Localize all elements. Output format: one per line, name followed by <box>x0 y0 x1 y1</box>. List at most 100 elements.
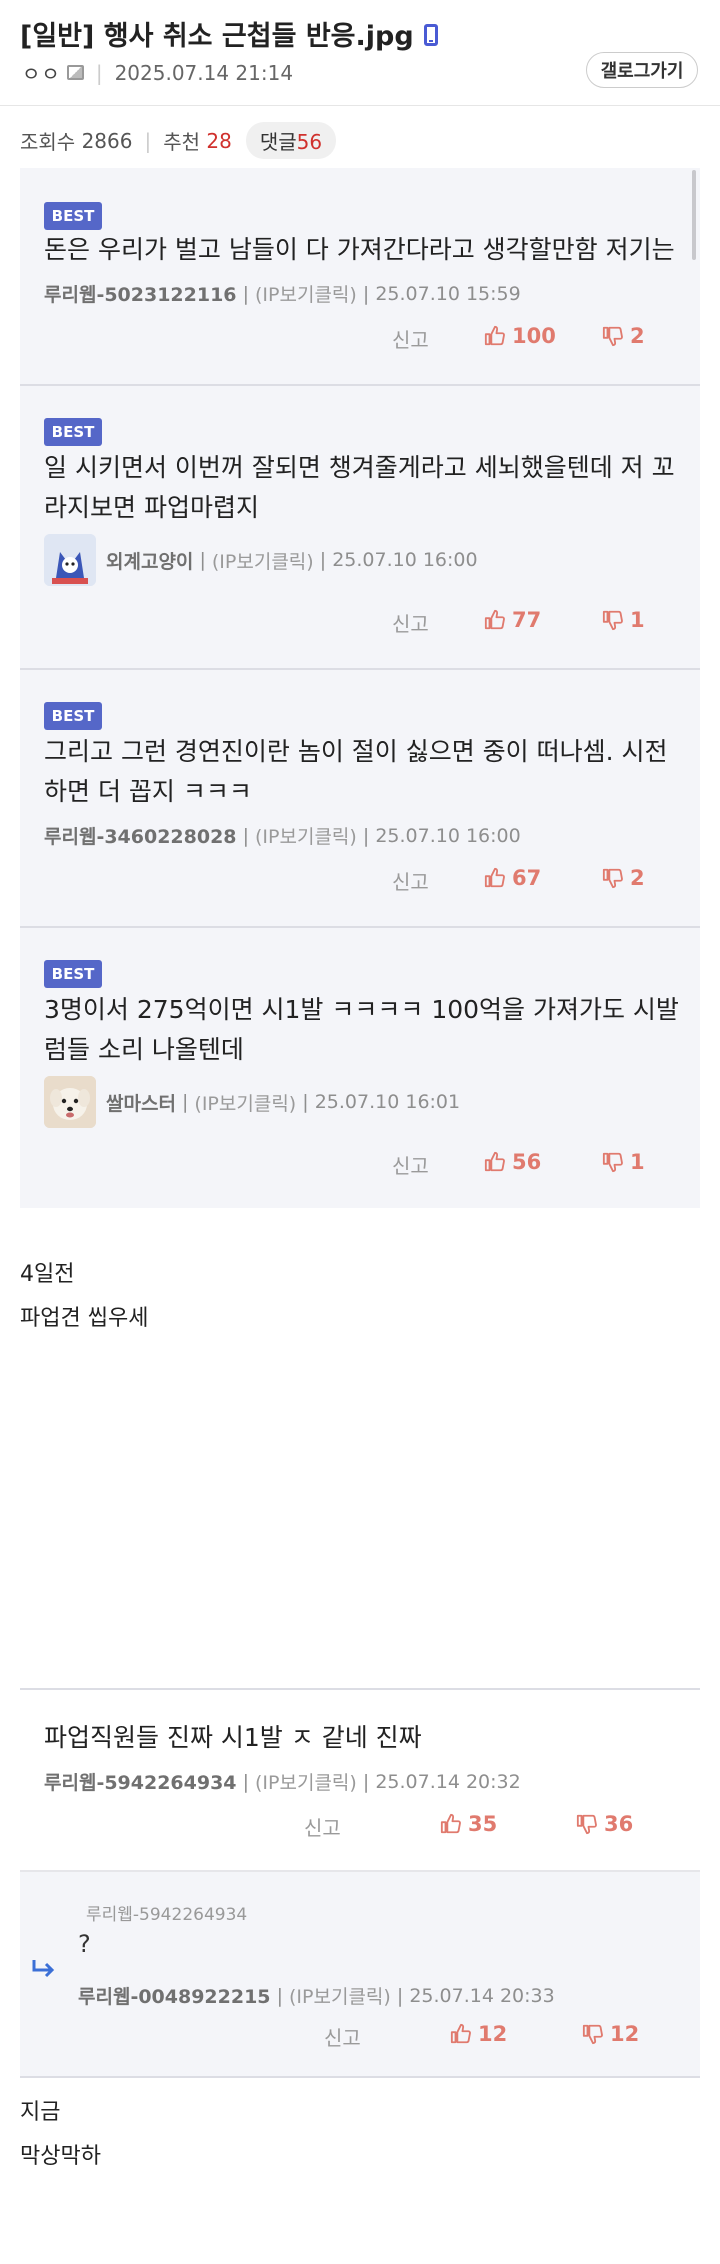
thumb-up-icon <box>484 609 506 631</box>
views-count: 2866 <box>81 128 133 153</box>
report-button[interactable]: 신고 <box>392 866 429 895</box>
like-button[interactable]: 12 <box>450 2022 507 2046</box>
ip-link[interactable]: (IP보기클릭) <box>255 280 357 307</box>
like-count: 77 <box>512 608 542 632</box>
recommend-label: 추천 <box>163 130 201 154</box>
like-button[interactable]: 77 <box>484 608 541 632</box>
dislike-button[interactable]: 2 <box>602 324 645 348</box>
best-comments: BEST 돈은 우리가 벌고 남들이 다 가져간다라고 생각할만함 저기는 루리… <box>20 168 700 1208</box>
comment-count-badge[interactable]: 댓글56 <box>245 122 337 159</box>
dislike-button[interactable]: 36 <box>576 1812 633 1836</box>
reply-to: 루리웹-5942264934 <box>86 1905 248 1925</box>
meta-separator: | <box>95 60 103 85</box>
like-button[interactable]: 67 <box>484 866 541 890</box>
report-button[interactable]: 신고 <box>304 1812 341 1841</box>
report-button[interactable]: 신고 <box>392 608 429 637</box>
comment-author[interactable]: 쌀마스터 <box>106 1089 176 1116</box>
ip-link[interactable]: (IP보기클릭) <box>212 547 314 574</box>
comment-author[interactable]: 외계고양이 <box>106 547 193 574</box>
like-count: 67 <box>512 866 542 890</box>
thumb-down-icon <box>582 2023 604 2045</box>
thumb-up-icon <box>484 867 506 889</box>
comment-author[interactable]: 루리웹-0048922215 <box>78 1982 271 2009</box>
views-label: 조회수 <box>20 130 76 154</box>
like-button[interactable]: 56 <box>484 1150 541 1174</box>
gallog-button[interactable]: 갤로그가기 <box>586 52 698 88</box>
comment: 파업직원들 진짜 시1발 ㅈ 같네 진짜 루리웹-5942264934 | (I… <box>20 1690 700 1870</box>
dislike-button[interactable]: 1 <box>602 608 645 632</box>
best-badge: BEST <box>44 702 102 730</box>
dislike-count: 1 <box>630 1150 645 1174</box>
like-count: 56 <box>512 1150 542 1174</box>
comment-text: 파업직원들 진짜 시1발 ㅈ 같네 진짜 <box>44 1723 422 1752</box>
reply-comment: 루리웹-5942264934 ? 루리웹-0048922215 | (IP보기클… <box>20 1870 700 2078</box>
comment-meta: 쌀마스터 | (IP보기클릭) | 25.07.10 16:01 <box>44 1076 460 1128</box>
best-comment: BEST 돈은 우리가 벌고 남들이 다 가져간다라고 생각할만함 저기는 루리… <box>20 168 700 386</box>
comment-author[interactable]: 루리웹-5942264934 <box>44 1768 237 1795</box>
dislike-count: 36 <box>604 1812 634 1836</box>
comment-date: 25.07.10 15:59 <box>375 282 521 305</box>
report-button[interactable]: 신고 <box>392 1150 429 1179</box>
comment-date: 25.07.10 16:01 <box>314 1091 461 1113</box>
reply-arrow-icon <box>32 1960 55 1978</box>
post-header: [일반] 행사 취소 근첩들 반응.jpg ㅇㅇ | 2025.07.14 21… <box>0 0 720 106</box>
thumb-up-icon <box>450 2023 472 2045</box>
best-comment: BEST 일 시키면서 이번꺼 잘되면 챙겨줄게라고 세뇌했을텐데 저 꼬라지보… <box>20 386 700 670</box>
comment-text: 돈은 우리가 벌고 남들이 다 가져간다라고 생각할만함 저기는 <box>44 235 675 264</box>
dislike-count: 2 <box>630 866 645 890</box>
comment-actions: 신고 77 1 <box>20 608 700 638</box>
best-badge: BEST <box>44 418 102 446</box>
thumb-up-icon <box>484 325 506 347</box>
comment-meta: 루리웹-0048922215 | (IP보기클릭) | 25.07.14 20:… <box>78 1982 555 2009</box>
comment-author[interactable]: 루리웹-3460228028 <box>44 822 237 849</box>
like-button[interactable]: 100 <box>484 324 556 348</box>
thumb-down-icon <box>602 1151 624 1173</box>
comment-meta: 외계고양이 | (IP보기클릭) | 25.07.10 16:00 <box>44 534 478 586</box>
post-author[interactable]: ㅇㅇ <box>22 58 61 87</box>
ip-link[interactable]: (IP보기클릭) <box>289 1982 391 2009</box>
image-icon <box>66 65 84 80</box>
body-text: 4일전 <box>20 1262 75 1287</box>
comment-text: 일 시키면서 이번꺼 잘되면 챙겨줄게라고 세뇌했을텐데 저 꼬라지보면 파업마… <box>44 453 675 522</box>
dislike-button[interactable]: 1 <box>602 1150 645 1174</box>
thumb-up-icon <box>484 1151 506 1173</box>
post-datetime: 2025.07.14 21:14 <box>114 60 294 85</box>
comment-actions: 신고 12 12 <box>20 2022 700 2052</box>
thumb-down-icon <box>602 609 624 631</box>
phone-icon <box>423 24 438 46</box>
body-text: 파업견 씹우세 <box>20 1306 149 1331</box>
comment-count: 56 <box>296 130 323 154</box>
thumb-down-icon <box>602 867 624 889</box>
cat-avatar-icon <box>44 534 96 586</box>
avatar[interactable] <box>44 1076 96 1128</box>
report-button[interactable]: 신고 <box>392 324 429 353</box>
ip-link[interactable]: (IP보기클릭) <box>255 822 357 849</box>
like-count: 35 <box>468 1812 498 1836</box>
ip-link[interactable]: (IP보기클릭) <box>194 1089 296 1116</box>
best-comment: BEST 그리고 그런 경연진이란 놈이 절이 싫으면 중이 떠나셈. 시전하면… <box>20 670 700 928</box>
comment-actions: 신고 35 36 <box>20 1812 700 1842</box>
comment-text: 그리고 그런 경연진이란 놈이 절이 싫으면 중이 떠나셈. 시전하면 더 꼽지… <box>44 737 668 806</box>
best-badge: BEST <box>44 202 102 230</box>
like-button[interactable]: 35 <box>440 1812 497 1836</box>
avatar[interactable] <box>44 534 96 586</box>
comment-actions: 신고 56 1 <box>20 1150 700 1180</box>
comment-author[interactable]: 루리웹-5023122116 <box>44 280 237 307</box>
comment-date: 25.07.10 16:00 <box>332 549 478 571</box>
post-title: [일반] 행사 취소 근첩들 반응.jpg <box>20 14 438 53</box>
comment-meta: 루리웹-5023122116 | (IP보기클릭) | 25.07.10 15:… <box>44 280 521 307</box>
comment-text: 3명이서 275억이면 시1발 ㅋㅋㅋㅋ 100억을 가져가도 시발럼들 소리 … <box>44 995 679 1064</box>
dislike-count: 12 <box>610 2022 640 2046</box>
thumb-down-icon <box>576 1813 598 1835</box>
body-text: 지금 <box>20 2100 61 2125</box>
comment-meta: 루리웹-3460228028 | (IP보기클릭) | 25.07.10 16:… <box>44 822 521 849</box>
comment-date: 25.07.14 20:32 <box>375 1770 521 1793</box>
dislike-button[interactable]: 12 <box>582 2022 639 2046</box>
comment-text: ? <box>78 1930 91 1958</box>
dislike-count: 2 <box>630 324 645 348</box>
report-button[interactable]: 신고 <box>324 2022 361 2051</box>
dislike-button[interactable]: 2 <box>602 866 645 890</box>
ip-link[interactable]: (IP보기클릭) <box>255 1768 357 1795</box>
like-count: 12 <box>478 2022 508 2046</box>
comment-date: 25.07.10 16:00 <box>375 824 521 847</box>
